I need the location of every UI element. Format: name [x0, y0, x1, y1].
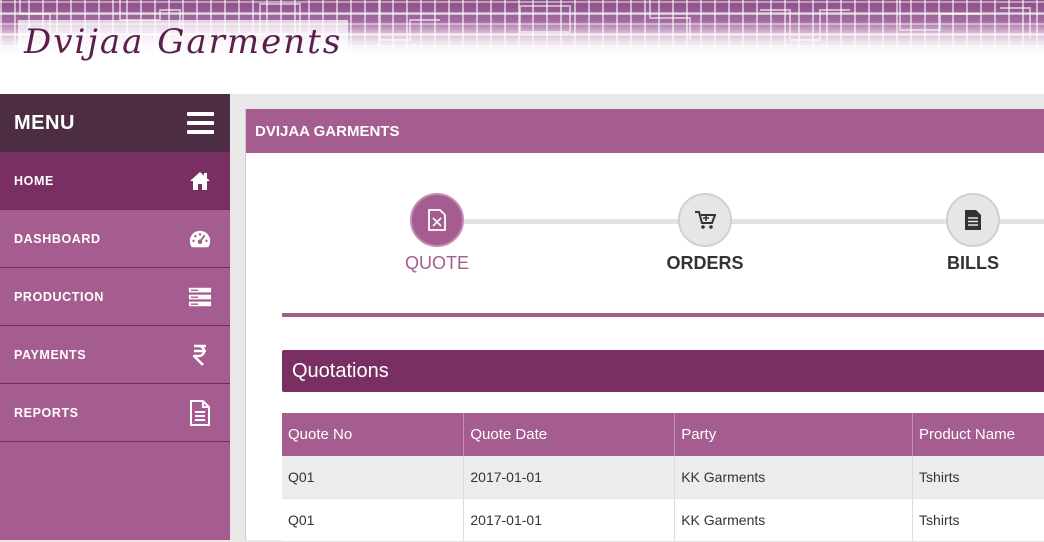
cell-party: KK Garments — [674, 456, 914, 499]
menu-title: MENU — [14, 111, 75, 134]
server-icon — [188, 285, 212, 309]
brand-logo[interactable]: Dvijaa Garments — [18, 20, 349, 64]
sidebar-item-label: PRODUCTION — [14, 289, 105, 304]
column-header[interactable]: Product Name — [912, 413, 1044, 456]
table-header-row: Quote No Quote Date Party Product Name — [282, 413, 1044, 456]
step-orders[interactable]: ORDERS — [635, 193, 775, 274]
step-label: BILLS — [947, 253, 999, 273]
sidebar-item-dashboard[interactable]: DASHBOARD — [0, 210, 230, 268]
bill-icon — [946, 193, 1000, 247]
sidebar-item-label: REPORTS — [14, 405, 79, 420]
step-bills[interactable]: BILLS — [903, 193, 1043, 274]
sidebar-item-label: DASHBOARD — [14, 231, 101, 246]
sidebar: MENU HOME DASHBOARD PRODUCTION PAYMENTS … — [0, 94, 230, 540]
section-divider — [282, 313, 1044, 317]
sidebar-item-label: HOME — [14, 173, 54, 188]
sidebar-item-reports[interactable]: REPORTS — [0, 384, 230, 442]
quotations-table: Quote No Quote Date Party Product Name Q… — [282, 413, 1044, 542]
section-title: Quotations — [282, 350, 1044, 392]
cell-quote-date: 2017-01-01 — [463, 498, 676, 542]
sidebar-item-home[interactable]: HOME — [0, 152, 230, 210]
step-quote[interactable]: QUOTE — [367, 193, 507, 274]
step-label: ORDERS — [666, 253, 744, 273]
rupee-icon — [188, 343, 212, 367]
table-row[interactable]: Q01 2017-01-01 KK Garments Tshirts — [282, 498, 1044, 542]
cell-quote-date: 2017-01-01 — [463, 456, 676, 499]
cell-product-name: Tshirts — [912, 456, 1044, 499]
cell-product-name: Tshirts — [912, 498, 1044, 542]
table-row[interactable]: Q01 2017-01-01 KK Garments Tshirts — [282, 456, 1044, 499]
sidebar-item-label: PAYMENTS — [14, 347, 87, 362]
cell-quote-no: Q01 — [282, 456, 465, 499]
hamburger-menu-icon[interactable] — [187, 112, 214, 134]
sidebar-item-production[interactable]: PRODUCTION — [0, 268, 230, 326]
page-header: Dvijaa Garments — [0, 0, 1044, 94]
sidebar-item-payments[interactable]: PAYMENTS — [0, 326, 230, 384]
main-panel: DVIJAA GARMENTS QUOTE ORDERS BILLS Quota… — [245, 109, 1044, 542]
cell-party: KK Garments — [674, 498, 914, 542]
cart-icon — [678, 193, 732, 247]
menu-header: MENU — [0, 94, 230, 152]
panel-title: DVIJAA GARMENTS — [246, 109, 1044, 153]
speedometer-icon — [188, 227, 212, 251]
quote-file-icon — [410, 193, 464, 247]
column-header[interactable]: Quote Date — [463, 413, 676, 456]
column-header[interactable]: Party — [674, 413, 914, 456]
step-label: QUOTE — [404, 253, 469, 273]
home-icon — [188, 169, 212, 193]
document-icon — [188, 399, 212, 426]
column-header[interactable]: Quote No — [282, 413, 465, 456]
cell-quote-no: Q01 — [282, 498, 465, 542]
